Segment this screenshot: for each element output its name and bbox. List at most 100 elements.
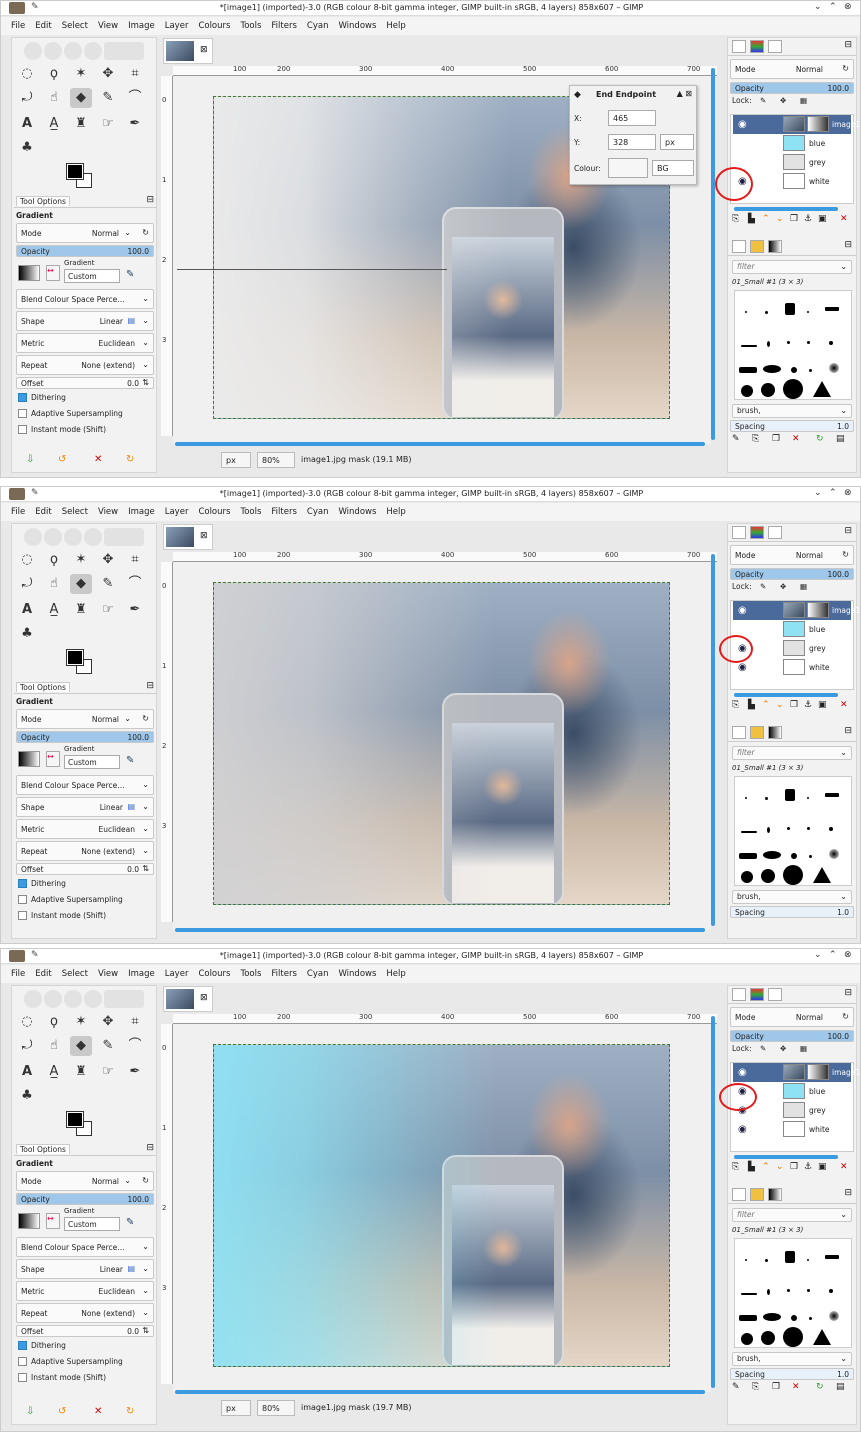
close-icon[interactable]: ⊗ [844, 950, 852, 960]
fg-bg-colors[interactable] [66, 1111, 97, 1138]
crop-icon[interactable]: ⌗ [124, 550, 146, 570]
eye-icon[interactable]: ◉ [738, 662, 747, 673]
panel-menu-icon[interactable]: ⊟ [844, 40, 852, 50]
paths-icon[interactable]: ⌒ [124, 88, 146, 108]
restore-icon[interactable]: ↺ [58, 1406, 66, 1417]
panel-menu-icon[interactable]: ⊟ [146, 681, 154, 691]
mode-select[interactable]: Mode Normal ⌄ ↻ [16, 1171, 154, 1191]
clone-icon[interactable]: ♜ [70, 600, 92, 620]
menu-view[interactable]: View [98, 21, 118, 31]
lock-position-icon[interactable]: ✥ [780, 96, 786, 105]
layers-scrollbar[interactable] [734, 207, 838, 211]
shape-select[interactable]: Shape Linear ▤ ⌄ [16, 797, 154, 817]
reset-mode-icon[interactable]: ↻ [842, 64, 849, 73]
lock-pixels-icon[interactable]: ✎ [760, 582, 766, 591]
layer-mode-select[interactable]: Mode Normal ↻ [730, 59, 854, 79]
image-canvas[interactable] [173, 562, 711, 930]
image-tab[interactable]: ⊠ [163, 524, 213, 550]
menu-filters[interactable]: Filters [271, 507, 296, 517]
horizontal-scrollbar[interactable] [175, 1390, 705, 1394]
minimize-icon[interactable]: ⌄ [814, 488, 822, 498]
tool-options-tab[interactable]: Tool Options ⊟ [14, 1142, 156, 1156]
eye-icon[interactable]: ◉ [738, 1067, 747, 1078]
spacing-slider[interactable]: Spacing 1.0 [730, 906, 854, 918]
instant-mode-checkbox[interactable]: Instant mode (Shift) [16, 909, 154, 924]
lasso-icon[interactable]: ϙ [43, 550, 65, 570]
patterns-tab-icon[interactable] [750, 1188, 764, 1201]
paths-icon[interactable]: ⌒ [124, 574, 146, 594]
menu-tools[interactable]: Tools [240, 969, 261, 979]
adaptive-checkbox[interactable]: Adaptive Supersampling [16, 1355, 154, 1370]
raise-icon[interactable]: ⌃ [762, 1162, 770, 1172]
move-icon[interactable]: ✥ [97, 64, 119, 84]
panel-menu-icon[interactable]: ⊟ [844, 1188, 852, 1198]
warp-icon[interactable]: ☝ [43, 88, 65, 108]
refresh-brushes-icon[interactable]: ↻ [816, 1382, 824, 1392]
text-tool-icon[interactable]: A [16, 600, 38, 620]
lasso-icon[interactable]: ϙ [43, 64, 65, 84]
lower-icon[interactable]: ⌄ [776, 214, 784, 224]
restore-icon[interactable]: ↺ [58, 454, 66, 465]
text-tool-icon[interactable]: A [16, 1062, 38, 1082]
unit-select[interactable]: px [221, 1400, 251, 1416]
gradient-name-field[interactable]: Custom [64, 755, 120, 769]
gradient-picker[interactable]: ↔ Gradient Custom ✎ [16, 1207, 154, 1235]
lower-icon[interactable]: ⌄ [776, 700, 784, 710]
gradient-picker[interactable]: ↔ Gradient Custom ✎ [16, 745, 154, 773]
gradient-tool-icon[interactable]: ◆ [70, 1036, 92, 1056]
gradients-tab-icon[interactable] [768, 726, 782, 739]
opacity-slider[interactable]: Opacity 100.0 [16, 731, 154, 743]
reverse-gradient-icon[interactable]: ↔ [46, 751, 60, 767]
reset-mode-icon[interactable]: ↻ [842, 550, 849, 559]
color-picker-icon[interactable]: ✒ [124, 600, 146, 620]
adaptive-checkbox[interactable]: Adaptive Supersampling [16, 407, 154, 422]
lock-pixels-icon[interactable]: ✎ [760, 96, 766, 105]
layers-tab-icon[interactable] [732, 526, 746, 539]
reset-mode-icon[interactable]: ↻ [842, 1012, 849, 1021]
menu-view[interactable]: View [98, 507, 118, 517]
layer-row[interactable]: ◉ white [733, 658, 851, 677]
measure-icon[interactable]: A̲ [43, 1062, 65, 1082]
measure-icon[interactable]: A̲ [43, 114, 65, 134]
layer-opacity-slider[interactable]: Opacity 100.0 [730, 1030, 854, 1042]
foreground-color[interactable] [66, 1111, 84, 1128]
spin-icon[interactable]: ⇅ [142, 378, 149, 387]
instant-mode-checkbox[interactable]: Instant mode (Shift) [16, 423, 154, 438]
colour-mode-select[interactable]: BG [652, 160, 694, 176]
crop-icon[interactable]: ⌗ [124, 64, 146, 84]
offset-spinner[interactable]: Offset 0.0 ⇅ [16, 863, 154, 875]
lock-pixels-icon[interactable]: ✎ [760, 1044, 766, 1053]
photo-layer[interactable] [213, 582, 670, 905]
anchor-icon[interactable]: ⚓ [804, 1162, 812, 1172]
offset-spinner[interactable]: Offset 0.0 ⇅ [16, 1325, 154, 1337]
image-tab[interactable]: ⊠ [163, 986, 213, 1012]
menu-cyan[interactable]: Cyan [307, 969, 329, 979]
layer-row[interactable]: ◉ image1 [733, 601, 860, 620]
ellipse-select-icon[interactable]: ◌ [16, 550, 38, 570]
menu-tools[interactable]: Tools [240, 507, 261, 517]
channels-tab-icon[interactable] [750, 40, 764, 53]
delete-icon[interactable]: ✕ [840, 1162, 848, 1172]
new-brush-icon[interactable]: ⎘ [752, 434, 759, 444]
fg-bg-colors[interactable] [66, 163, 97, 190]
mask-icon[interactable]: ▣ [818, 700, 827, 710]
mask-icon[interactable]: ▣ [818, 214, 827, 224]
layers-tab-icon[interactable] [732, 988, 746, 1001]
dithering-checkbox[interactable]: Dithering [16, 877, 154, 892]
channels-tab-icon[interactable] [750, 526, 764, 539]
new-group-icon[interactable]: ▙ [748, 214, 755, 224]
brush-tag-input[interactable]: brush, ⌄ [732, 404, 852, 418]
lock-alpha-icon[interactable]: ▦ [800, 96, 807, 105]
edit-brush-icon[interactable]: ✎ [732, 1382, 740, 1392]
brush-tag-input[interactable]: brush, ⌄ [732, 890, 852, 904]
edit-gradient-icon[interactable]: ✎ [126, 755, 134, 766]
reset-icon[interactable]: ↻ [126, 454, 134, 465]
paths-tab-icon[interactable] [768, 526, 782, 539]
image-canvas[interactable] [173, 1024, 711, 1392]
menu-select[interactable]: Select [62, 507, 88, 517]
pencil-icon[interactable]: ✎ [97, 1036, 119, 1056]
metric-select[interactable]: Metric Euclidean ⌄ [16, 819, 154, 839]
lock-position-icon[interactable]: ✥ [780, 582, 786, 591]
repeat-select[interactable]: Repeat None (extend) ⌄ [16, 1303, 154, 1323]
layer-row[interactable]: blue [733, 134, 851, 153]
